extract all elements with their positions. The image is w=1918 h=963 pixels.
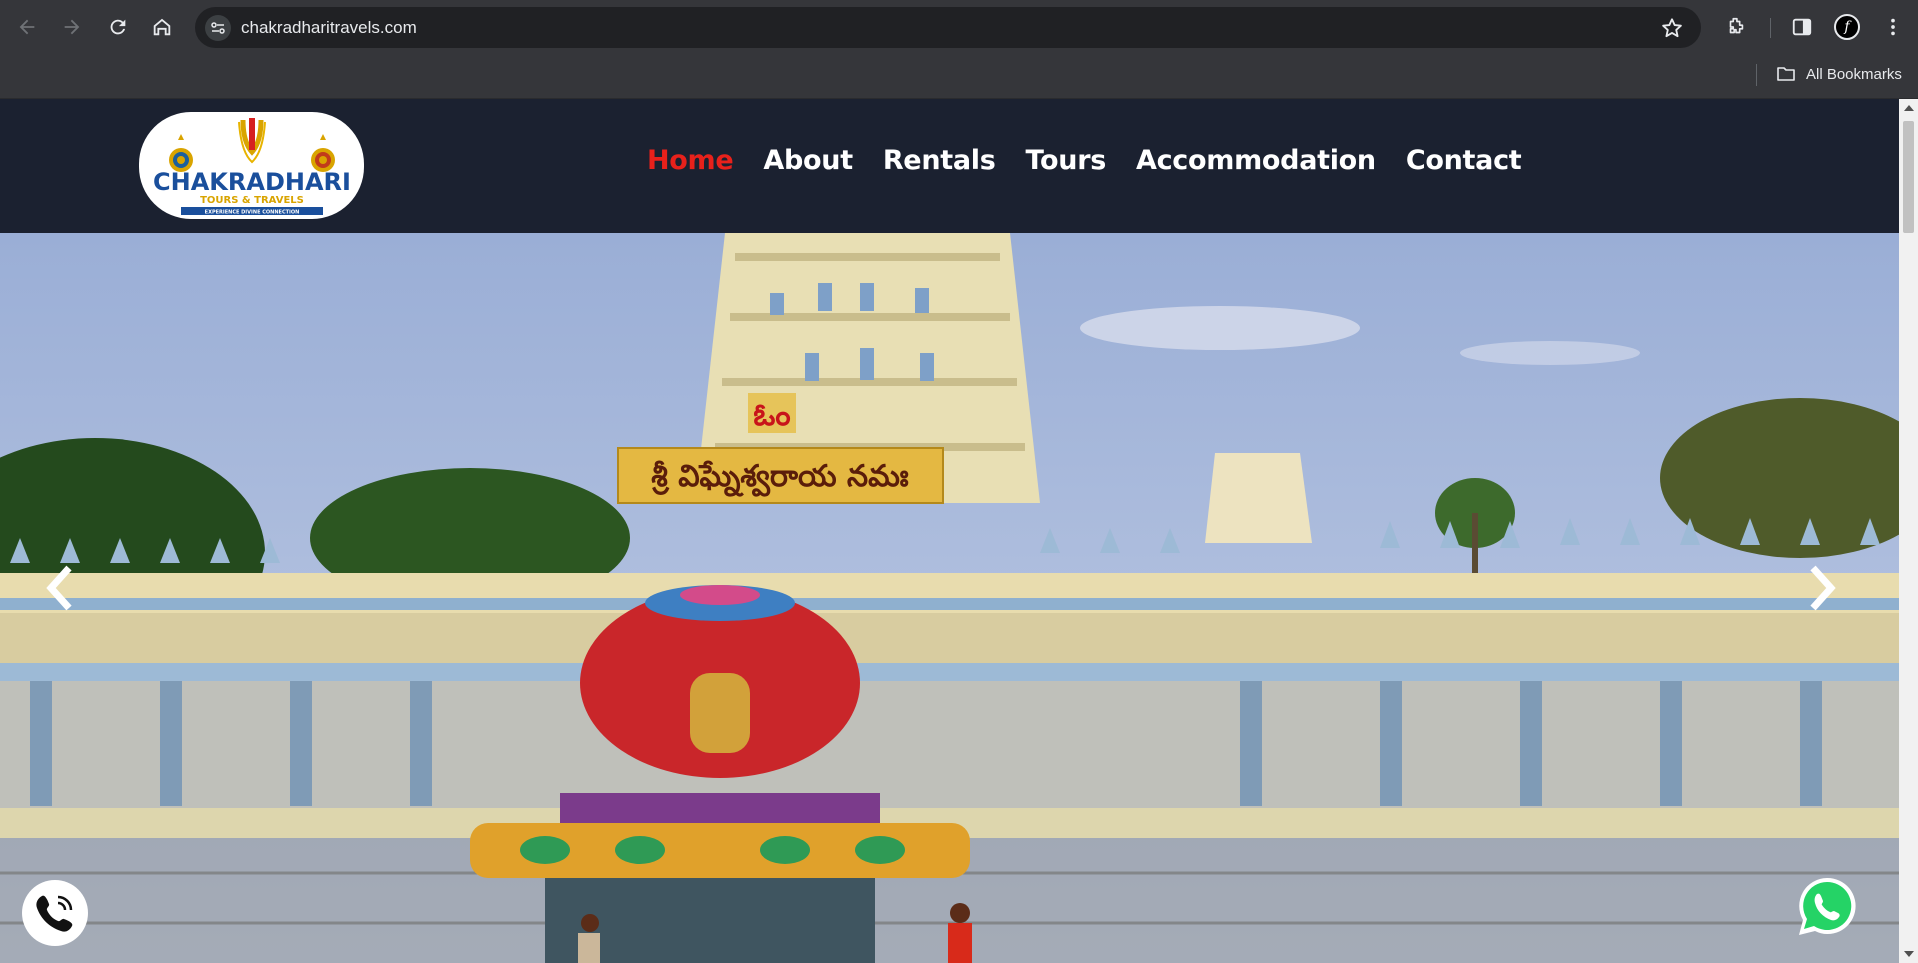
nav-contact[interactable]: Contact bbox=[1406, 145, 1522, 176]
reload-icon[interactable] bbox=[104, 13, 132, 41]
site-info-icon[interactable] bbox=[205, 15, 231, 41]
star-icon[interactable] bbox=[1661, 17, 1683, 39]
whatsapp-button[interactable] bbox=[1792, 872, 1862, 942]
extensions-icon[interactable] bbox=[1723, 14, 1749, 40]
url-text[interactable]: chakradharitravels.com bbox=[241, 18, 417, 38]
nav-accommodation[interactable]: Accommodation bbox=[1136, 145, 1376, 176]
kebab-menu-icon[interactable] bbox=[1880, 14, 1906, 40]
scroll-thumb[interactable] bbox=[1903, 121, 1914, 233]
bookmarks-bar: All Bookmarks bbox=[0, 55, 1918, 99]
hero-slider: ఓం శ్రీ విఘ్నేశ్వరాయ నమః bbox=[0, 233, 1899, 963]
logo-tagline: EXPERIENCE DIVINE CONNECTION bbox=[205, 210, 300, 216]
toolbar-divider bbox=[1770, 18, 1771, 38]
bookmarks-divider bbox=[1756, 64, 1757, 86]
nav-home[interactable]: Home bbox=[647, 145, 734, 176]
browser-toolbar: chakradharitravels.com f bbox=[0, 0, 1918, 55]
address-bar[interactable]: chakradharitravels.com bbox=[195, 7, 1701, 48]
slider-next-arrow[interactable] bbox=[1797, 558, 1847, 618]
hero-sign-main: శ్రీ విఘ్నేశ్వరాయ నమః bbox=[651, 459, 909, 497]
profile-avatar[interactable]: f bbox=[1834, 14, 1860, 40]
page-scrollbar[interactable] bbox=[1899, 99, 1918, 963]
slider-prev-arrow[interactable] bbox=[35, 558, 85, 618]
site-logo[interactable]: CHAKRADHARI TOURS & TRAVELS EXPERIENCE D… bbox=[139, 112, 364, 219]
scroll-up-arrow[interactable] bbox=[1904, 105, 1914, 111]
phone-icon bbox=[36, 895, 73, 932]
hero-temple-image: ఓం శ్రీ విఘ్నేశ్వరాయ నమః bbox=[0, 233, 1899, 963]
hero-sign-top: ఓం bbox=[753, 398, 790, 433]
folder-icon bbox=[1777, 67, 1795, 81]
nav-rentals[interactable]: Rentals bbox=[883, 145, 996, 176]
back-icon[interactable] bbox=[13, 13, 41, 41]
scroll-down-arrow[interactable] bbox=[1904, 951, 1914, 957]
logo-brand-text: CHAKRADHARI bbox=[153, 168, 351, 196]
nav-tours[interactable]: Tours bbox=[1026, 145, 1107, 176]
main-nav: Home About Rentals Tours Accommodation C… bbox=[647, 145, 1522, 176]
forward-icon[interactable] bbox=[58, 13, 86, 41]
all-bookmarks-label: All Bookmarks bbox=[1806, 65, 1902, 83]
web-page: CHAKRADHARI TOURS & TRAVELS EXPERIENCE D… bbox=[0, 99, 1899, 963]
site-header: CHAKRADHARI TOURS & TRAVELS EXPERIENCE D… bbox=[0, 99, 1899, 233]
all-bookmarks-button[interactable]: All Bookmarks bbox=[1776, 65, 1902, 83]
side-panel-icon[interactable] bbox=[1789, 14, 1815, 40]
call-button[interactable] bbox=[22, 880, 88, 946]
home-icon[interactable] bbox=[148, 13, 176, 41]
logo-sub-text: TOURS & TRAVELS bbox=[200, 195, 304, 206]
nav-about[interactable]: About bbox=[763, 145, 853, 176]
whatsapp-icon bbox=[1799, 877, 1856, 935]
logo-emblem: CHAKRADHARI TOURS & TRAVELS EXPERIENCE D… bbox=[153, 118, 351, 216]
